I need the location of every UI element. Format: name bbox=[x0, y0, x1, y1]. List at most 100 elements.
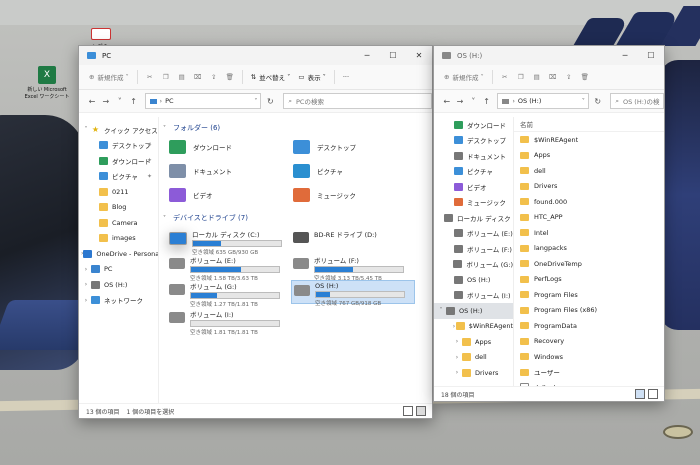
nav-item[interactable]: ˅ ★ クイック アクセス bbox=[79, 122, 158, 138]
nav-item[interactable]: › PC bbox=[79, 262, 158, 278]
recent-button[interactable]: ˅ bbox=[113, 94, 127, 108]
drive-tile[interactable]: OS (H:) 空き領域 767 GB/918 GB bbox=[291, 280, 415, 307]
paste-button[interactable]: ▤ bbox=[529, 68, 545, 86]
cut-button[interactable]: ✂ bbox=[142, 68, 158, 86]
title-bar[interactable]: OS (H:) ─ ☐ bbox=[434, 46, 664, 65]
nav-item[interactable]: OS (H:) bbox=[434, 272, 513, 288]
up-button[interactable]: ↑ bbox=[127, 94, 141, 108]
table-row[interactable]: found.0002018 bbox=[514, 194, 664, 210]
details-view-icon[interactable] bbox=[635, 389, 645, 399]
paste-button[interactable]: ▤ bbox=[174, 68, 190, 86]
rename-button[interactable]: ⌧ bbox=[545, 68, 561, 86]
nav-item[interactable]: › Drivers bbox=[434, 365, 513, 381]
back-button[interactable]: ← bbox=[440, 94, 453, 108]
nav-item[interactable]: ローカル ディスク (C bbox=[434, 210, 513, 226]
folder-tile[interactable]: ドキュメント bbox=[169, 162, 293, 180]
drive-tile[interactable]: ボリューム (I:) 空き領域 1.81 TB/1.81 TB bbox=[167, 308, 291, 336]
nav-item[interactable]: images bbox=[79, 231, 158, 247]
nav-item[interactable]: ピクチャ ✦ bbox=[79, 169, 158, 185]
nav-item[interactable]: Blog bbox=[79, 200, 158, 216]
nav-item[interactable]: デスクトップ bbox=[434, 133, 513, 149]
folder-tile[interactable]: デスクトップ bbox=[293, 138, 417, 156]
more-options-button[interactable]: ··· bbox=[339, 68, 353, 86]
delete-button[interactable]: 🗑 bbox=[222, 68, 238, 86]
new-button[interactable]: ⊕ 新規作成 ˅ bbox=[85, 68, 133, 86]
title-bar[interactable]: PC ─ ☐ ✕ bbox=[79, 46, 432, 65]
copy-button[interactable]: ❐ bbox=[158, 68, 174, 86]
table-row[interactable]: Intel2018 bbox=[514, 225, 664, 241]
drive-tile[interactable]: ローカル ディスク (C:) 空き領域 635 GB/930 GB bbox=[167, 228, 291, 256]
table-row[interactable]: Program Files (x86)2021 bbox=[514, 303, 664, 319]
delete-button[interactable]: 🗑 bbox=[577, 68, 593, 86]
nav-item[interactable]: ドキュメント bbox=[434, 148, 513, 164]
nav-item[interactable]: Camera bbox=[79, 215, 158, 231]
nav-item[interactable]: › dell bbox=[434, 350, 513, 366]
rename-button[interactable]: ⌧ bbox=[190, 68, 206, 86]
nav-item[interactable]: › OneDrive - Personal bbox=[79, 246, 158, 262]
table-row[interactable]: Windows2022 bbox=[514, 349, 664, 365]
table-row[interactable]: Recovery2022 bbox=[514, 334, 664, 350]
breadcrumb-os-h[interactable]: OS (H:) bbox=[518, 97, 541, 105]
nav-item[interactable]: 0211 bbox=[79, 184, 158, 200]
table-row[interactable]: Program Files2022 bbox=[514, 287, 664, 303]
table-row[interactable]: $WinREAgent2022 bbox=[514, 132, 664, 148]
new-button[interactable]: ⊕ 新規作成 ˅ bbox=[440, 68, 488, 86]
close-button[interactable]: ✕ bbox=[406, 46, 432, 65]
nav-item[interactable]: ビデオ bbox=[434, 179, 513, 195]
chevron-right-icon[interactable]: › bbox=[81, 297, 91, 304]
drive-tile[interactable]: BD-RE ドライブ (D:) bbox=[291, 228, 415, 250]
view-button[interactable]: ▭ 表示 ˅ bbox=[294, 68, 329, 86]
nav-item[interactable]: › OS (H:) bbox=[79, 277, 158, 293]
nav-item[interactable]: ボリューム (I:) bbox=[434, 288, 513, 304]
drive-tile[interactable]: ボリューム (G:) 空き領域 1.27 TB/1.81 TB bbox=[167, 280, 291, 308]
table-row[interactable]: ProgramData2022 bbox=[514, 318, 664, 334]
maximize-button[interactable]: ☐ bbox=[638, 46, 664, 65]
recent-button[interactable]: ˅ bbox=[467, 94, 480, 108]
address-box[interactable]: › PC ˅ bbox=[144, 93, 262, 109]
nav-item[interactable]: ダウンロード ✦ bbox=[79, 153, 158, 169]
nav-item[interactable]: › ネットワーク bbox=[79, 293, 158, 309]
minimize-button[interactable]: ─ bbox=[612, 46, 638, 65]
refresh-button[interactable]: ↻ bbox=[263, 94, 277, 108]
nav-item[interactable]: › Apps bbox=[434, 334, 513, 350]
copy-button[interactable]: ❐ bbox=[513, 68, 529, 86]
breadcrumb-pc[interactable]: PC bbox=[165, 97, 173, 105]
chevron-right-icon[interactable]: › bbox=[452, 369, 462, 376]
table-row[interactable]: OneDriveTemp2020 bbox=[514, 256, 664, 272]
table-row[interactable]: Drivers2018 bbox=[514, 179, 664, 195]
refresh-button[interactable]: ↻ bbox=[591, 94, 604, 108]
minimize-button[interactable]: ─ bbox=[354, 46, 380, 65]
share-button[interactable]: ⇪ bbox=[561, 68, 577, 86]
nav-item[interactable]: デスクトップ ✦ bbox=[79, 138, 158, 154]
table-row[interactable]: Apps2018 bbox=[514, 148, 664, 164]
chevron-right-icon[interactable]: › bbox=[81, 266, 91, 273]
cut-button[interactable]: ✂ bbox=[497, 68, 513, 86]
nav-item[interactable]: ˅ OS (H:) bbox=[434, 303, 513, 319]
chevron-right-icon[interactable]: › bbox=[81, 281, 91, 288]
nav-item[interactable]: ミュージック bbox=[434, 195, 513, 211]
share-button[interactable]: ⇪ bbox=[206, 68, 222, 86]
details-view-icon[interactable] bbox=[403, 406, 413, 416]
chevron-down-icon[interactable]: ˅ bbox=[436, 307, 446, 314]
back-button[interactable]: ← bbox=[85, 94, 99, 108]
search-input[interactable]: ⌕ OS (H:)の検 bbox=[610, 93, 664, 109]
nav-item[interactable]: ダウンロード bbox=[434, 117, 513, 133]
table-row[interactable]: HTC_APP2018 bbox=[514, 210, 664, 226]
table-row[interactable]: dell2018 bbox=[514, 163, 664, 179]
folder-tile[interactable]: ビデオ bbox=[169, 186, 293, 204]
chevron-right-icon[interactable]: › bbox=[452, 354, 462, 361]
nav-item[interactable]: › $WinREAgent bbox=[434, 319, 513, 335]
nav-item[interactable]: ボリューム (G:) bbox=[434, 257, 513, 273]
forward-button[interactable]: → bbox=[453, 94, 466, 108]
column-header-name[interactable]: 名前 bbox=[520, 119, 533, 129]
chevron-right-icon[interactable]: › bbox=[452, 338, 462, 345]
nav-item[interactable]: ボリューム (E:) bbox=[434, 226, 513, 242]
folders-group-header[interactable]: ˅ フォルダー (6) bbox=[163, 121, 432, 135]
table-row[interactable]: ユーザー2021 bbox=[514, 365, 664, 381]
nav-item[interactable]: ピクチャ bbox=[434, 164, 513, 180]
maximize-button[interactable]: ☐ bbox=[380, 46, 406, 65]
up-button[interactable]: ↑ bbox=[480, 94, 493, 108]
tiles-view-icon[interactable] bbox=[648, 389, 658, 399]
folder-tile[interactable]: ミュージック bbox=[293, 186, 417, 204]
forward-button[interactable]: → bbox=[99, 94, 113, 108]
